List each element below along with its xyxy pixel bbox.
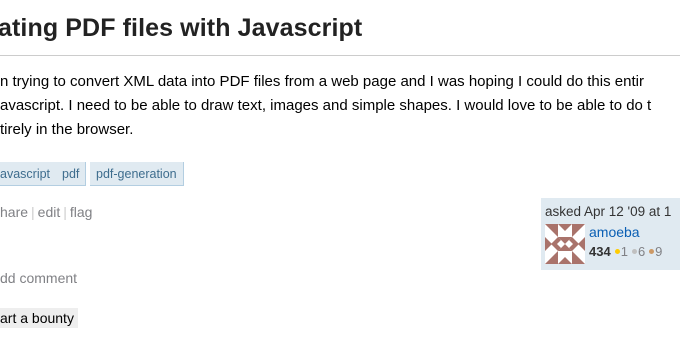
bronze-badge-icon <box>649 249 655 255</box>
flag-link[interactable]: flag <box>70 204 93 220</box>
body-line: tirely in the browser. <box>0 121 134 138</box>
separator: | <box>63 204 67 220</box>
share-link[interactable]: hare <box>0 204 28 220</box>
tag-pdf-generation[interactable]: pdf-generation <box>90 162 184 186</box>
silver-badge-count: 6 <box>637 244 646 259</box>
identicon-avatar-icon[interactable] <box>545 224 585 264</box>
bronze-badge-count: 9 <box>655 244 663 259</box>
body-line: avascript. I need to be able to draw tex… <box>0 97 652 114</box>
tag-pdf[interactable]: pdf <box>56 162 87 186</box>
gold-badge-count: 1 <box>620 244 628 259</box>
post-menu: hare | edit | flag <box>0 204 92 220</box>
separator: | <box>31 204 35 220</box>
add-comment-link[interactable]: dd comment <box>0 270 77 286</box>
question-body: n trying to convert XML data into PDF fi… <box>0 70 680 142</box>
asked-timestamp: asked Apr 12 '09 at 1 <box>545 204 672 219</box>
post-owner-card: asked Apr 12 '09 at 1 amoeba 434 1 6 9 <box>541 198 680 270</box>
user-stats: 434 1 6 9 <box>589 244 662 259</box>
silver-badge-icon <box>631 249 637 255</box>
title-divider <box>0 55 680 56</box>
tag-javascript[interactable]: avascript <box>0 162 58 186</box>
gold-badge-icon <box>614 249 620 255</box>
user-name-link[interactable]: amoeba <box>589 224 640 240</box>
question-title[interactable]: ating PDF files with Javascript <box>0 14 362 43</box>
edit-link[interactable]: edit <box>38 204 61 220</box>
reputation-score: 434 <box>589 244 611 259</box>
start-bounty-button[interactable]: art a bounty <box>0 308 78 328</box>
body-line: n trying to convert XML data into PDF fi… <box>0 73 644 90</box>
